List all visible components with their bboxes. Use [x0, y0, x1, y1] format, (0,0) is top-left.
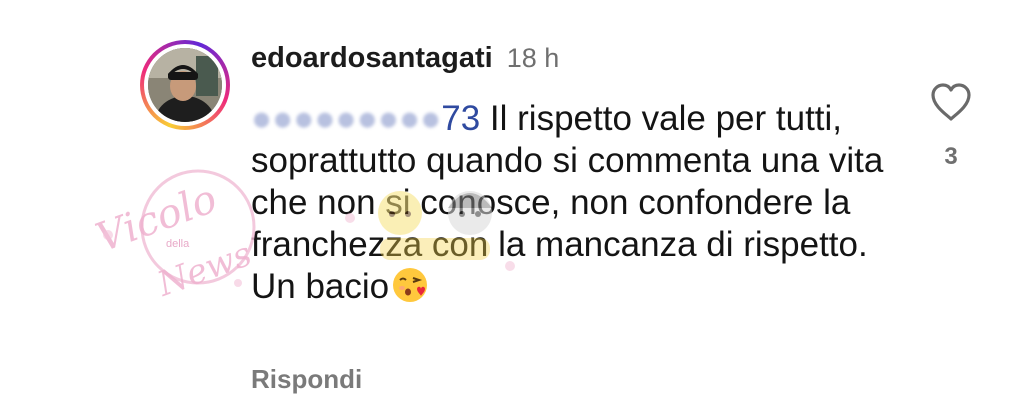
- svg-text:News: News: [152, 234, 257, 305]
- comment: edoardosantagati 18 h ●●●●●●●●●73 Il ris…: [251, 42, 891, 308]
- watermark-circle-icon: Vicolo della News: [90, 169, 257, 305]
- avatar-story-ring[interactable]: [140, 40, 230, 130]
- reply-button[interactable]: Rispondi: [251, 364, 362, 395]
- username[interactable]: edoardosantagati: [251, 42, 493, 75]
- comment-text: ●●●●●●●●●73 Il rispetto vale per tutti, …: [251, 98, 891, 308]
- kiss-emoji-icon: [393, 268, 428, 302]
- svg-text:Vicolo: Vicolo: [90, 176, 223, 262]
- like-control: 3: [928, 82, 974, 171]
- like-count: 3: [944, 143, 958, 170]
- avatar-photo: [148, 48, 222, 122]
- mention-redacted: ●●●●●●●●●: [251, 99, 442, 138]
- mention-link[interactable]: ●●●●●●●●●73: [251, 99, 480, 138]
- avatar[interactable]: [148, 48, 222, 122]
- timestamp: 18 h: [506, 43, 560, 73]
- watermark-logo: Vicolo della News: [88, 165, 258, 305]
- comment-header: edoardosantagati 18 h: [251, 42, 891, 82]
- heart-outline-icon[interactable]: [929, 82, 973, 122]
- svg-text:della: della: [166, 238, 190, 250]
- mention-suffix: 73: [441, 99, 481, 138]
